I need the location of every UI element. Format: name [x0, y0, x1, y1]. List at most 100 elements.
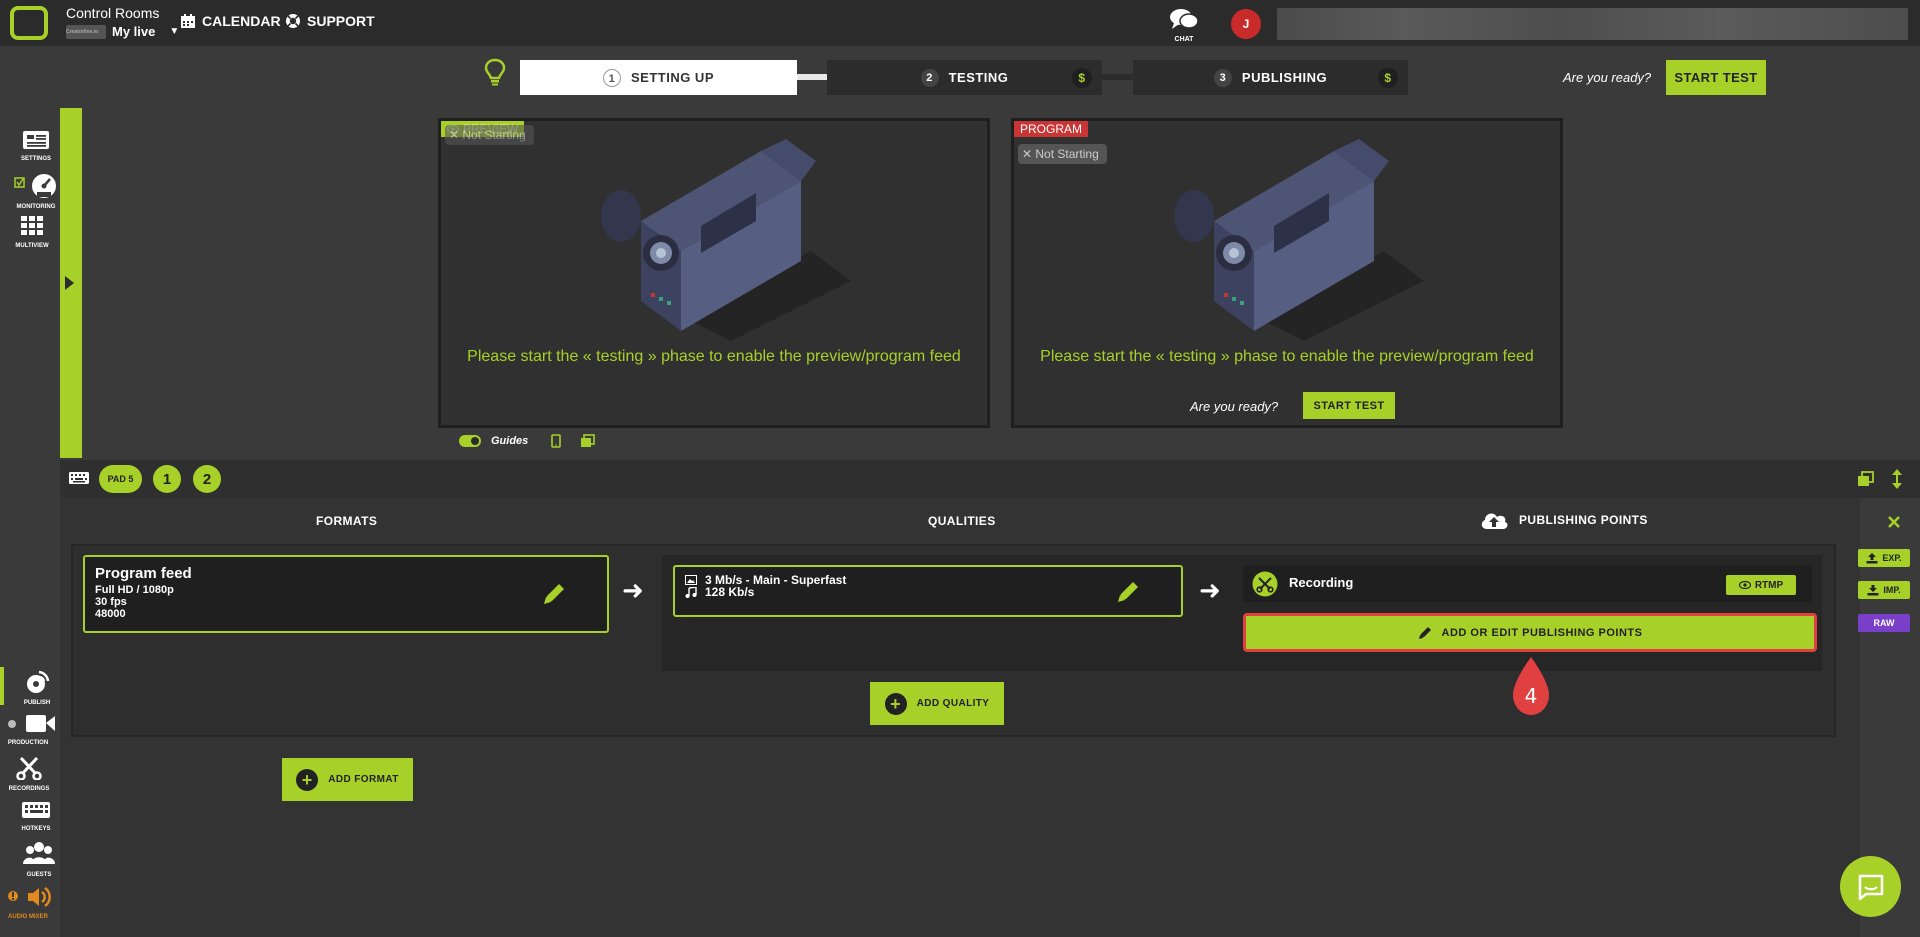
publishing-points-label: PUBLISHING POINTS — [1519, 513, 1648, 527]
settings-icon — [23, 131, 49, 149]
lightbulb-icon[interactable] — [483, 58, 507, 86]
chat-bubble-icon — [1858, 874, 1883, 900]
start-test-button[interactable]: START TEST — [1666, 60, 1766, 95]
program-start-test-button[interactable]: START TEST — [1303, 392, 1395, 419]
dollar-icon: $ — [1378, 68, 1398, 88]
program-ready-prompt: Are you ready? — [1190, 399, 1279, 414]
room-title: Control Rooms — [66, 5, 160, 21]
format-title: Program feed — [95, 565, 192, 582]
active-nav-indicator — [0, 667, 4, 705]
nav-hotkeys-label: HOTKEYS — [21, 826, 51, 832]
pencil-icon — [1418, 626, 1431, 639]
program-status: Not Starting — [1035, 147, 1099, 161]
gauge-icon — [14, 174, 56, 198]
lifebuoy-icon — [286, 14, 300, 28]
import-button[interactable]: IMP. — [1858, 581, 1910, 599]
nav-monitoring[interactable]: MONITORING — [14, 172, 58, 210]
step-marker-number: 4 — [1525, 684, 1538, 708]
step-connector — [797, 74, 827, 80]
user-avatar[interactable]: J — [1231, 9, 1261, 39]
edit-icon[interactable] — [1115, 579, 1141, 605]
keyboard-icon — [22, 802, 50, 818]
grid-icon — [21, 216, 43, 235]
guides-toolbar: Guides — [459, 434, 596, 448]
nav-multiview[interactable]: MULTIVIEW — [10, 215, 54, 249]
image-icon — [685, 575, 697, 585]
chat-label: CHAT — [1174, 36, 1194, 43]
copy-icon[interactable] — [1857, 471, 1875, 487]
close-icon[interactable] — [1888, 516, 1900, 528]
nav-support-label: SUPPORT — [307, 13, 375, 29]
step-number: 2 — [920, 68, 939, 87]
add-edit-publishing-points-button[interactable]: ADD OR EDIT PUBLISHING POINTS — [1243, 613, 1817, 652]
add-format-button[interactable]: + ADD FORMAT — [282, 758, 413, 801]
nav-recordings[interactable]: RECORDINGS — [7, 756, 51, 792]
nav-publish-label: PUBLISH — [23, 700, 51, 706]
raw-button[interactable]: RAW — [1858, 614, 1910, 632]
formats-heading: FORMATS — [316, 514, 378, 528]
pad-1-button[interactable]: 1 — [153, 465, 181, 493]
publishing-point-name: Recording — [1289, 575, 1354, 590]
collapse-panel-handle[interactable] — [60, 108, 82, 458]
pad-selector[interactable]: PAD 5 — [99, 465, 142, 493]
step-label: PUBLISHING — [1241, 70, 1328, 85]
chat-button[interactable]: CHAT — [1168, 8, 1200, 43]
keyboard-icon[interactable] — [68, 470, 90, 486]
format-card[interactable]: Program feed Full HD / 1080p 30 fps 4800… — [83, 555, 609, 633]
preview-message: Please start the « testing » phase to en… — [467, 348, 961, 365]
nav-calendar[interactable]: CALENDAR — [180, 13, 281, 29]
support-chat-button[interactable] — [1840, 856, 1901, 917]
nav-guests[interactable]: GUESTS — [17, 840, 61, 878]
guides-toggle[interactable] — [459, 435, 481, 447]
users-icon — [23, 842, 55, 864]
guides-label: Guides — [491, 435, 529, 447]
calendar-icon — [181, 14, 195, 28]
nav-recordings-label: RECORDINGS — [8, 786, 50, 792]
scissors-icon — [1252, 571, 1278, 597]
publishing-point-row[interactable]: Recording RTMP — [1243, 565, 1812, 602]
quality-audio: 128 Kb/s — [685, 586, 1171, 598]
camera-illustration-icon — [601, 139, 851, 341]
pad-row: PAD 5 1 2 — [60, 460, 1920, 498]
nav-publish[interactable]: PUBLISH — [15, 668, 59, 706]
nav-production-label: PRODUCTION — [7, 740, 49, 746]
step-testing[interactable]: 2 TESTING $ — [827, 60, 1102, 95]
nav-audio-mixer[interactable]: AUDIO MIXER — [6, 886, 51, 920]
mobile-icon[interactable] — [550, 434, 562, 448]
pad-2-button[interactable]: 2 — [193, 465, 221, 493]
blurred-toolbar — [1277, 8, 1908, 40]
ready-prompt: Are you ready? — [1563, 70, 1652, 85]
arrow-right-icon: ➜ — [1199, 575, 1221, 605]
copy-icon[interactable] — [580, 434, 596, 448]
nav-settings-label: SETTINGS — [20, 156, 51, 162]
rtmp-button[interactable]: RTMP — [1726, 575, 1796, 595]
nav-multiview-label: MULTIVIEW — [15, 243, 49, 249]
step-number: 3 — [1213, 68, 1232, 87]
nav-audio-mixer-label: AUDIO MIXER — [7, 914, 48, 920]
format-resolution: Full HD / 1080p — [95, 584, 174, 596]
step-label: SETTING UP — [630, 70, 714, 85]
broadcast-icon — [27, 670, 50, 693]
nav-production[interactable]: PRODUCTION — [6, 712, 55, 746]
app-logo-icon[interactable] — [10, 6, 48, 40]
export-button[interactable]: EXP. — [1858, 549, 1910, 567]
music-note-icon — [685, 586, 697, 598]
room-selector[interactable]: Creatorline.io My live ▼ — [66, 24, 179, 39]
scissors-icon — [16, 756, 42, 781]
nav-support[interactable]: SUPPORT — [285, 13, 375, 29]
step-number: 1 — [602, 68, 621, 87]
nav-settings[interactable]: SETTINGS — [14, 130, 58, 162]
format-audio: 48000 — [95, 608, 126, 620]
resize-vertical-icon[interactable] — [1891, 469, 1903, 489]
quality-card[interactable]: 3 Mb/s - Main - Superfast 128 Kb/s — [673, 565, 1183, 617]
plus-icon: + — [884, 692, 907, 715]
speaker-icon — [8, 886, 51, 908]
phase-stepper: 1 SETTING UP 2 TESTING $ 3 PUBLISHING $ … — [0, 46, 1920, 108]
step-publishing[interactable]: 3 PUBLISHING $ — [1133, 60, 1408, 95]
step-setting-up[interactable]: 1 SETTING UP — [520, 60, 797, 95]
step-label: TESTING — [948, 70, 1009, 85]
dollar-icon: $ — [1072, 68, 1092, 88]
edit-icon[interactable] — [541, 581, 567, 607]
add-quality-button[interactable]: + ADD QUALITY — [870, 682, 1004, 725]
nav-hotkeys[interactable]: HOTKEYS — [14, 800, 58, 832]
